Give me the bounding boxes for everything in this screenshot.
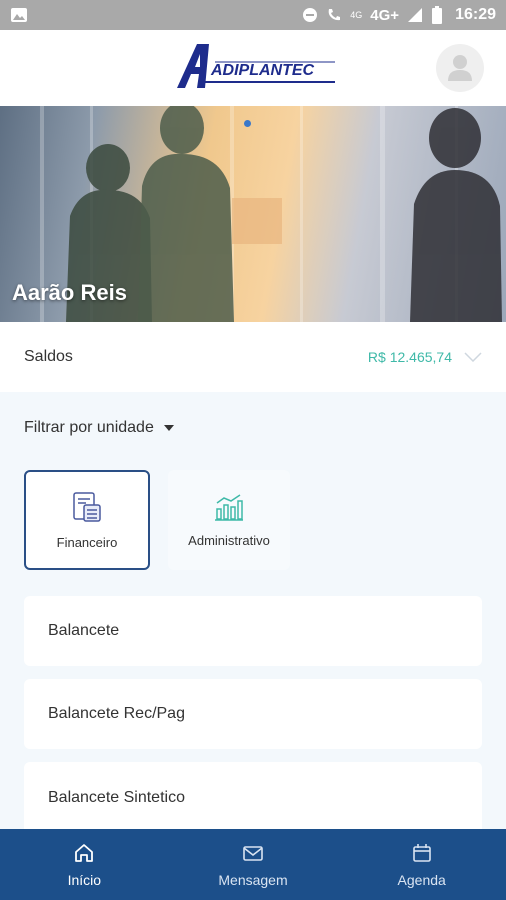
company-logo: ADIPLANTEC — [175, 42, 340, 92]
caret-down-icon — [163, 425, 174, 431]
report-card-balancete-rec-pag[interactable]: Balancete Rec/Pag — [24, 679, 482, 749]
signal-icon — [408, 8, 423, 22]
status-clock: 16:29 — [455, 6, 496, 23]
chevron-down-icon — [464, 352, 482, 362]
nav-mensagem-label: Mensagem — [218, 871, 288, 888]
saldos-label: Saldos — [24, 348, 73, 365]
profile-avatar-button[interactable] — [436, 44, 484, 92]
saldos-row[interactable]: Saldos R$ 12.465,74 — [0, 322, 506, 392]
nav-mensagem[interactable]: Mensagem — [169, 829, 338, 900]
unit-filter-dropdown[interactable]: Filtrar por unidade — [24, 419, 174, 437]
report-card-label: Balancete — [48, 622, 120, 639]
home-icon — [75, 843, 94, 862]
bottom-navigation: Início Mensagem Agenda — [0, 829, 506, 900]
network-small-label: 4G — [350, 10, 363, 20]
tab-financeiro-label: Financeiro — [56, 534, 118, 550]
nav-inicio[interactable]: Início — [0, 829, 169, 900]
nav-agenda-label: Agenda — [397, 871, 446, 888]
saldos-value: R$ 12.465,74 — [367, 349, 452, 365]
user-avatar-icon — [448, 55, 472, 81]
app-header: ADIPLANTEC — [0, 30, 506, 106]
report-card-label: Balancete Rec/Pag — [48, 705, 185, 722]
report-card-label: Balancete Sintetico — [48, 788, 185, 806]
network-type-label: 4G+ — [370, 6, 400, 24]
tab-administrativo[interactable]: Administrativo — [168, 470, 290, 570]
tab-administrativo-label: Administrativo — [188, 532, 270, 548]
logo-text: ADIPLANTEC — [211, 62, 315, 79]
filter-label: Filtrar por unidade — [24, 419, 154, 436]
calendar-icon — [412, 843, 431, 862]
mail-icon — [243, 845, 263, 861]
tab-financeiro[interactable]: Financeiro — [24, 470, 150, 570]
do-not-disturb-icon — [303, 8, 318, 22]
report-card-balancete-sintetico[interactable]: Balancete Sintetico — [24, 762, 482, 829]
nav-agenda[interactable]: Agenda — [337, 829, 506, 900]
hero-banner: Aarão Reis — [0, 106, 506, 322]
user-name: Aarão Reis — [12, 280, 127, 305]
battery-icon — [432, 6, 443, 24]
calculator-document-icon — [73, 491, 101, 522]
call-icon — [328, 9, 341, 21]
image-notification-icon — [11, 8, 27, 22]
status-bar: 4G 4G+ 16:29 — [0, 0, 506, 30]
bar-chart-growth-icon — [215, 493, 243, 521]
report-card-balancete[interactable]: Balancete — [24, 596, 482, 666]
carousel-indicator[interactable] — [244, 120, 251, 127]
nav-inicio-label: Início — [67, 871, 102, 888]
